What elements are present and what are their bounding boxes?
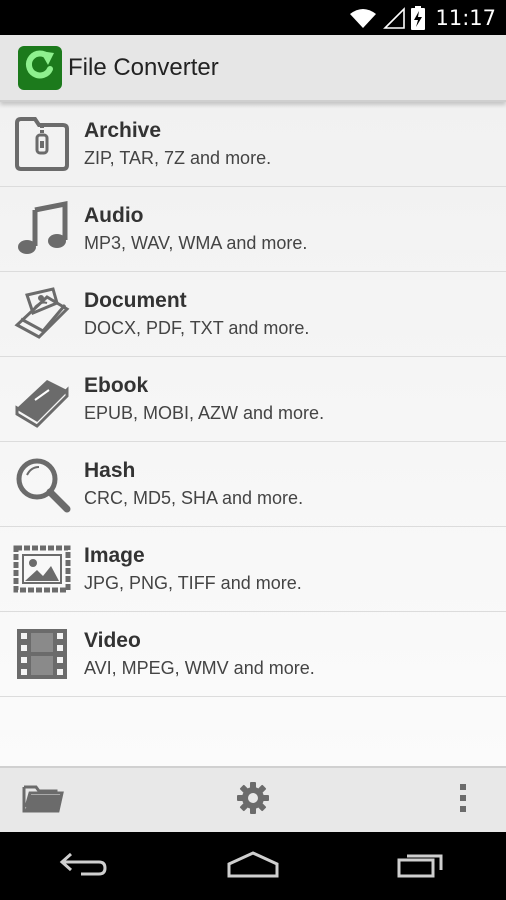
gear-icon xyxy=(237,781,269,819)
app-title: File Converter xyxy=(68,53,219,81)
category-title: Document xyxy=(84,289,187,312)
category-ebook[interactable]: Ebook EPUB, MOBI, AZW and more. xyxy=(0,357,506,442)
category-archive[interactable]: Archive ZIP, TAR, 7Z and more. xyxy=(0,102,506,187)
category-image[interactable]: Image JPG, PNG, TIFF and more. xyxy=(0,527,506,612)
category-hash[interactable]: Hash CRC, MD5, SHA and more. xyxy=(0,442,506,527)
wifi-icon xyxy=(349,7,377,29)
magnifier-icon xyxy=(12,454,72,514)
recents-icon xyxy=(397,850,447,883)
back-button[interactable] xyxy=(44,841,124,891)
home-button[interactable] xyxy=(213,841,293,891)
music-note-icon xyxy=(12,199,72,259)
category-title: Ebook xyxy=(84,374,149,397)
film-icon xyxy=(12,624,72,684)
overflow-menu-icon xyxy=(459,783,467,818)
back-icon xyxy=(59,850,109,883)
battery-charging-icon xyxy=(411,5,426,30)
document-icon xyxy=(12,284,72,344)
settings-button[interactable] xyxy=(230,777,276,823)
category-audio[interactable]: Audio MP3, WAV, WMA and more. xyxy=(0,187,506,272)
category-title: Video xyxy=(84,629,141,652)
category-subtitle: MP3, WAV, WMA and more. xyxy=(84,233,308,253)
overflow-menu-button[interactable] xyxy=(440,777,486,823)
category-title: Audio xyxy=(84,204,144,227)
category-title: Archive xyxy=(84,119,162,142)
image-icon xyxy=(12,539,72,599)
signal-icon xyxy=(383,6,406,29)
category-subtitle: EPUB, MOBI, AZW and more. xyxy=(84,403,325,423)
bottom-action-bar xyxy=(0,766,506,832)
status-clock: 11:17 xyxy=(435,5,496,30)
category-title: Hash xyxy=(84,459,136,482)
folder-icon xyxy=(22,783,64,818)
status-bar: 11:17 xyxy=(0,0,506,35)
category-subtitle: AVI, MPEG, WMV and more. xyxy=(84,658,315,678)
home-icon xyxy=(227,850,279,883)
category-list: Archive ZIP, TAR, 7Z and more. Audio MP3… xyxy=(0,102,506,766)
category-subtitle: CRC, MD5, SHA and more. xyxy=(84,488,304,508)
system-nav-bar xyxy=(0,832,506,900)
recents-button[interactable] xyxy=(382,841,462,891)
action-bar: File Converter xyxy=(0,35,506,102)
open-folder-button[interactable] xyxy=(20,777,66,823)
category-video[interactable]: Video AVI, MPEG, WMV and more. xyxy=(0,612,506,697)
refresh-arrow-icon xyxy=(22,47,58,88)
app-logo xyxy=(18,45,62,90)
category-subtitle: ZIP, TAR, 7Z and more. xyxy=(84,148,272,168)
category-subtitle: JPG, PNG, TIFF and more. xyxy=(84,573,302,593)
book-icon xyxy=(12,369,72,429)
archive-icon xyxy=(12,114,72,174)
category-document[interactable]: Document DOCX, PDF, TXT and more. xyxy=(0,272,506,357)
category-title: Image xyxy=(84,544,145,567)
category-subtitle: DOCX, PDF, TXT and more. xyxy=(84,318,310,338)
